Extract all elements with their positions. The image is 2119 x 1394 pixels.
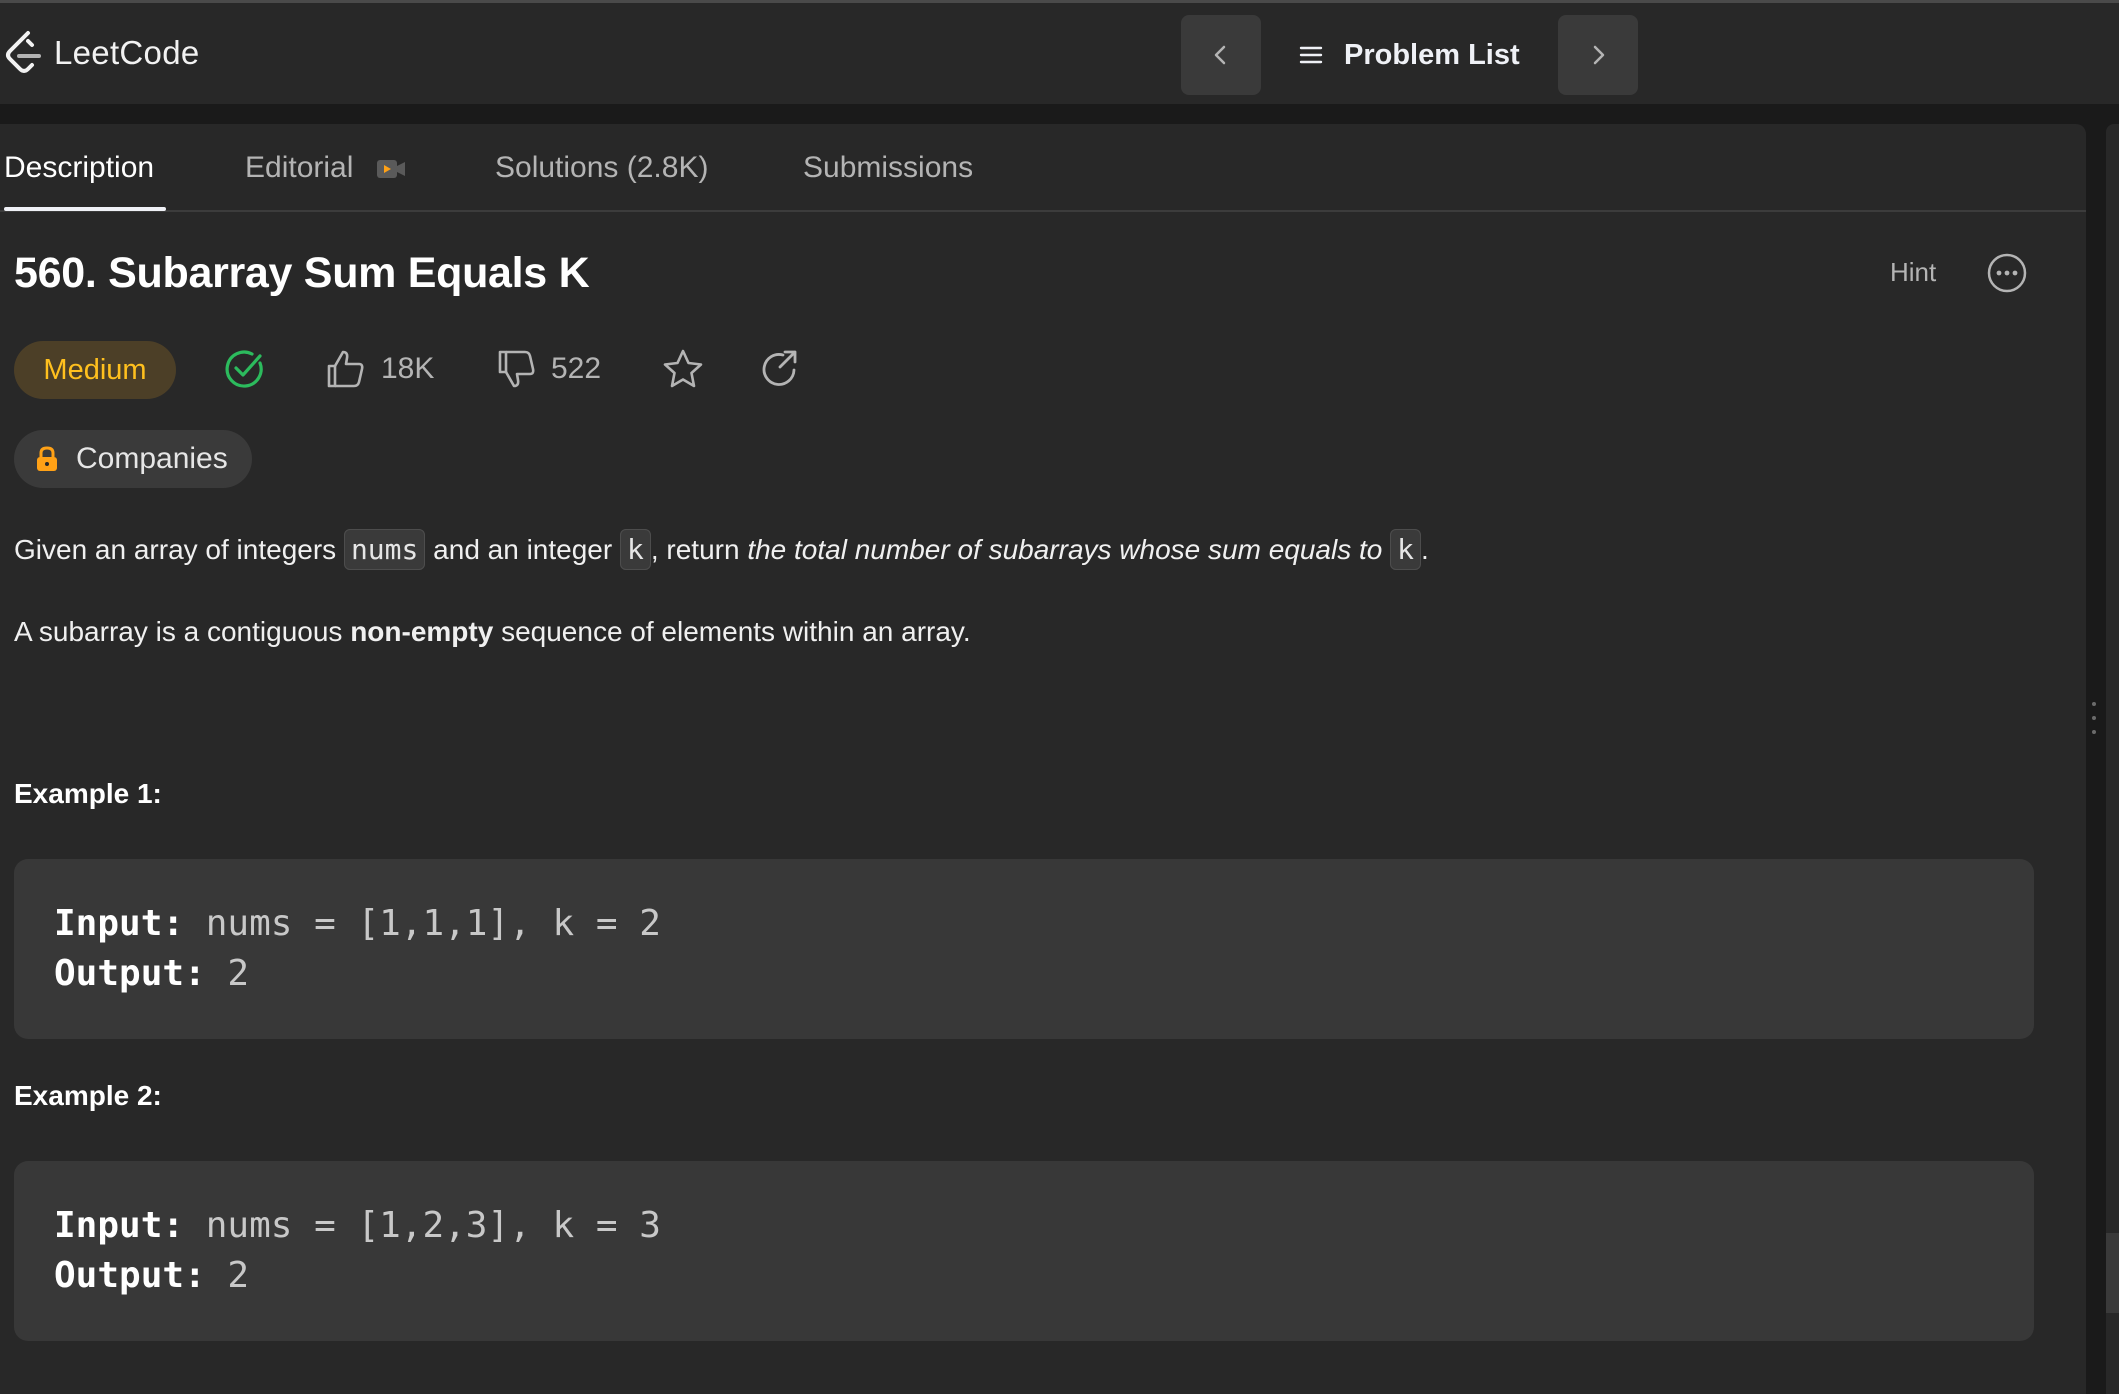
tab-description[interactable]: Description bbox=[4, 148, 154, 188]
subarray-definition: A subarray is a contiguous non-empty seq… bbox=[14, 610, 971, 654]
star-icon[interactable] bbox=[660, 346, 706, 392]
example-1-title: Example 1: bbox=[14, 778, 162, 809]
leetcode-logo-icon bbox=[6, 31, 41, 73]
prev-problem-button[interactable] bbox=[1181, 15, 1261, 95]
example-2-title: Example 2: bbox=[14, 1080, 162, 1111]
example-2-box: Input: nums = [1,2,3], k = 3 Output: 2 bbox=[14, 1161, 2034, 1341]
video-icon bbox=[376, 160, 405, 179]
logo-text: LeetCode bbox=[54, 34, 200, 71]
example-1-input: nums = [1,1,1], k = 2 bbox=[184, 903, 661, 944]
scrollbar-thumb[interactable] bbox=[2106, 1233, 2119, 1313]
hint-button[interactable]: Hint bbox=[1890, 257, 1936, 288]
tab-solutions[interactable]: Solutions (2.8K) bbox=[495, 148, 708, 188]
next-problem-button[interactable] bbox=[1558, 15, 1638, 95]
panel-resize-handle[interactable] bbox=[2091, 700, 2097, 736]
inline-code-k: k bbox=[1390, 529, 1421, 570]
difficulty-badge: Medium bbox=[14, 341, 176, 399]
tab-editorial[interactable]: Editorial bbox=[245, 148, 406, 188]
desc-text bbox=[1382, 534, 1390, 565]
input-label: Input: bbox=[54, 1205, 185, 1246]
tab-submissions[interactable]: Submissions bbox=[803, 148, 973, 188]
active-tab-underline bbox=[4, 207, 166, 211]
desc-text: and an integer bbox=[425, 534, 620, 565]
dislikes-count: 522 bbox=[551, 352, 602, 385]
desc-bold: non-empty bbox=[350, 616, 494, 647]
problem-description: Given an array of integers nums and an i… bbox=[14, 528, 1429, 572]
companies-label: Companies bbox=[76, 442, 228, 475]
example-1-output: 2 bbox=[205, 953, 250, 994]
tab-bar: Description Editorial Solutions (2.8K) S… bbox=[0, 124, 2086, 212]
output-label: Output: bbox=[54, 953, 206, 994]
companies-tag[interactable]: Companies bbox=[14, 430, 252, 488]
thumbs-up-icon[interactable] bbox=[323, 346, 369, 392]
example-1-box: Input: nums = [1,1,1], k = 2 Output: 2 bbox=[14, 859, 2034, 1039]
desc-text: . bbox=[1420, 534, 1429, 565]
likes-count: 18K bbox=[381, 352, 435, 385]
right-panel-edge bbox=[2106, 124, 2119, 1394]
desc-text: Given an array of integers bbox=[14, 534, 344, 565]
tab-editorial-label: Editorial bbox=[245, 151, 354, 184]
chevron-right-icon bbox=[1593, 45, 1605, 65]
more-icon[interactable] bbox=[1985, 251, 2029, 295]
desc-emphasis: the total number of subarrays whose sum … bbox=[747, 534, 1383, 565]
input-label: Input: bbox=[54, 903, 185, 944]
top-navbar: LeetCode Problem List bbox=[0, 3, 2119, 104]
list-icon bbox=[1299, 46, 1323, 64]
share-icon[interactable] bbox=[757, 346, 803, 392]
desc-text: , return bbox=[650, 534, 748, 565]
desc-text: A subarray is a contiguous bbox=[14, 616, 351, 647]
output-label: Output: bbox=[54, 1255, 206, 1296]
thumbs-down-icon[interactable] bbox=[494, 346, 540, 392]
lock-icon bbox=[37, 446, 57, 471]
desc-text: sequence of elements within an array. bbox=[493, 616, 971, 647]
inline-code-k: k bbox=[619, 529, 651, 570]
description-panel: Description Editorial Solutions (2.8K) S… bbox=[0, 124, 2086, 1394]
check-circle-icon bbox=[225, 350, 263, 388]
page-title: 560. Subarray Sum Equals K bbox=[14, 249, 590, 297]
problem-list-label: Problem List bbox=[1344, 38, 1520, 71]
chevron-left-icon bbox=[1214, 45, 1226, 65]
problem-list-button[interactable]: Problem List bbox=[1298, 15, 1520, 95]
example-2-input: nums = [1,2,3], k = 3 bbox=[184, 1205, 661, 1246]
example-2-output: 2 bbox=[205, 1255, 250, 1296]
inline-code-nums: nums bbox=[343, 529, 426, 570]
logo[interactable]: LeetCode bbox=[2, 29, 200, 77]
